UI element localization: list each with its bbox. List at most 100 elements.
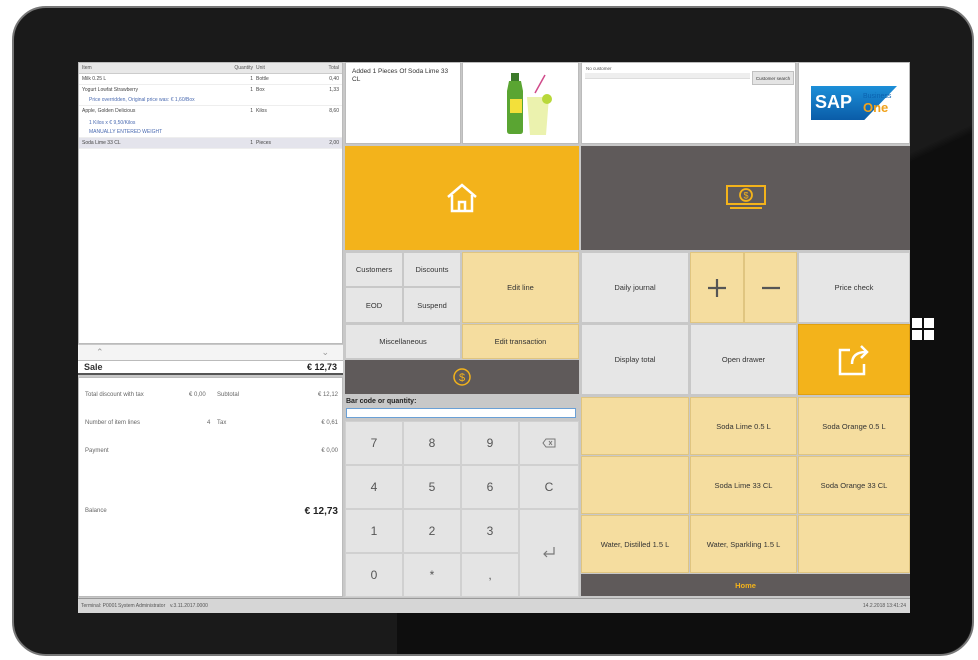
customer-label: No customer [586,66,612,71]
sap-logo-text: SAP [815,92,853,112]
edit-transaction-button[interactable]: Edit transaction [462,324,579,359]
item-lines-label: Number of item lines [85,420,141,426]
key-8[interactable]: 8 [403,421,461,465]
message-box: Added 1 Pieces Of Soda Lime 33 CL [345,62,461,144]
discount-label: Total discount with tax [85,392,144,398]
status-datetime: 14.2.2018 13:41:24 [862,603,906,609]
product-soda-lime-33[interactable]: Soda Lime 33 CL [690,456,797,514]
column-unit: Unit [256,65,265,71]
backspace-icon [542,438,556,448]
sale-bar: Sale € 12,73 [78,361,343,375]
eod-button[interactable]: EOD [345,287,403,323]
key-4[interactable]: 4 [345,465,403,509]
subtotal-value: € 12,12 [317,392,338,398]
miscellaneous-button[interactable]: Miscellaneous [345,324,461,359]
product-water-sparkling[interactable]: Water, Sparkling 1.5 L [690,515,797,573]
product-soda-lime-05[interactable]: Soda Lime 0.5 L [690,397,797,455]
sap-logo: SAP Business One [811,86,897,120]
key-0[interactable]: 0 [345,553,403,597]
payment-button[interactable]: $ [345,360,579,394]
row-note: MANUALLY ENTERED WEIGHT [79,128,342,138]
product-empty-2[interactable] [581,456,689,514]
enter-key[interactable] [519,509,579,597]
receipt-panel: Item Quantity Unit Total Milk 0.25 L 1 B… [78,62,343,344]
chevron-up-icon[interactable]: ⌃ [96,347,104,358]
product-empty-3[interactable] [798,515,910,573]
product-soda-orange-05[interactable]: Soda Orange 0.5 L [798,397,910,455]
exit-button[interactable] [798,324,910,395]
clear-key[interactable]: C [519,465,579,509]
payment-label: Payment [85,448,109,454]
windows-icon[interactable] [912,318,934,340]
sale-label: Sale [84,362,103,372]
tax-label: Tax [217,420,227,426]
key-1[interactable]: 1 [345,509,403,553]
plus-button[interactable] [690,252,744,323]
receipt-row[interactable]: Milk 0.25 L 1 Bottle 0,40 [79,74,342,85]
row-unit: Pieces [256,140,272,146]
row-note: Price overridden, Original price was: € … [79,96,342,106]
row-item: Apple, Golden Delicious [82,108,136,114]
row-total: 2,00 [329,140,339,146]
price-check-button[interactable]: Price check [798,252,910,323]
sap-logo-panel: SAP Business One [798,62,910,144]
suspend-button[interactable]: Suspend [403,287,461,323]
minus-button[interactable] [744,252,797,323]
row-note: 1 Kilos x € 9,50/Kilos [89,120,136,126]
product-water-distilled[interactable]: Water, Distilled 1.5 L [581,515,689,573]
payment-value: € 0,00 [321,448,338,454]
tax-value: € 0,61 [321,420,338,426]
row-qty: 1 [250,140,253,146]
customer-search-button[interactable]: Customer search [752,71,794,85]
product-image [462,62,579,144]
customers-button[interactable]: Customers [345,252,403,287]
open-drawer-button[interactable]: Open drawer [690,324,797,395]
column-item: Item [82,65,92,71]
receipt-scroll-strip: ⌃ ⌄ [78,345,343,361]
receipt-row[interactable]: Apple, Golden Delicious 1 Kilos 8,60 [79,106,342,117]
customer-bar [585,73,750,79]
barcode-label: Bar code or quantity: [346,398,417,405]
enter-icon [543,547,555,558]
status-terminal: Terminal: P0001 [81,603,118,609]
row-qty: 1 [250,76,253,82]
product-soda-orange-33[interactable]: Soda Orange 33 CL [798,456,910,514]
discounts-button[interactable]: Discounts [403,252,461,287]
sap-business-text: Business [863,93,892,100]
home-button[interactable] [345,146,579,250]
key-5[interactable]: 5 [403,465,461,509]
cash-button[interactable]: $ [581,146,910,250]
home-icon [447,183,477,213]
key-3[interactable]: 3 [461,509,519,553]
display-total-button[interactable]: Display total [581,324,689,395]
receipt-row[interactable]: Yogurt Lowfat Strawberry 1 Box 1,33 [79,85,342,96]
product-empty-1[interactable] [581,397,689,455]
payment-icon: $ [453,368,471,386]
key-7[interactable]: 7 [345,421,403,465]
receipt-row-selected[interactable]: Soda Lime 33 CL 1 Pieces 2,00 [79,138,342,149]
row-item: Soda Lime 33 CL [82,140,121,146]
subtotal-label: Subtotal [217,392,240,398]
status-user: System Administrator [118,603,166,609]
backspace-key[interactable] [519,421,579,465]
barcode-input[interactable] [346,408,576,418]
minus-icon [761,286,780,289]
key-star[interactable]: * [403,553,461,597]
balance-value: € 12,73 [304,506,338,517]
daily-journal-button[interactable]: Daily journal [581,252,689,323]
edit-line-button[interactable]: Edit line [462,252,579,323]
key-2[interactable]: 2 [403,509,461,553]
keypad: 7 8 9 4 5 6 C 1 2 3 0 * , [345,421,579,597]
chevron-down-icon[interactable]: ⌄ [321,347,329,358]
cash-icon: $ [725,185,766,209]
column-quantity: Quantity [234,65,253,71]
home-footer-button[interactable]: Home [581,574,910,596]
key-6[interactable]: 6 [461,465,519,509]
row-total: 0,40 [329,76,339,82]
row-unit: Kilos [256,108,267,114]
balance-label: Balance [85,508,107,514]
row-qty: 1 [250,108,253,114]
key-9[interactable]: 9 [461,421,519,465]
key-comma[interactable]: , [461,553,519,597]
exit-icon [838,344,869,375]
